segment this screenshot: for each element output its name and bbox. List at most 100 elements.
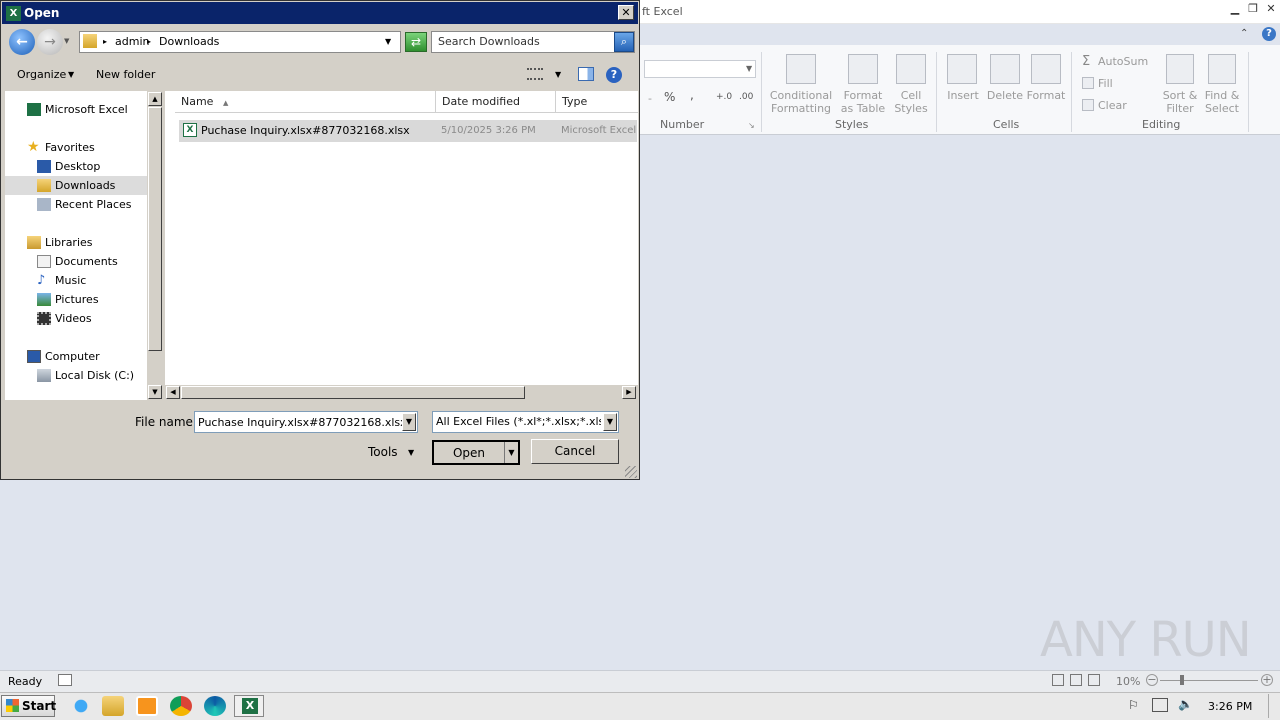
forward-arrow-icon[interactable]: →: [37, 29, 63, 55]
nav-item-computer[interactable]: Computer: [5, 347, 147, 366]
nav-item-label: Libraries: [45, 236, 93, 249]
decrease-decimal-icon[interactable]: .00: [739, 91, 753, 104]
volume-icon[interactable]: 🔈: [1178, 697, 1193, 711]
clear-button[interactable]: Clear: [1098, 99, 1127, 112]
nav-item-favorites[interactable]: ★ Favorites: [5, 138, 147, 157]
nav-item-recent-places[interactable]: Recent Places: [5, 195, 147, 214]
sort-filter-button[interactable]: Sort & Filter: [1160, 89, 1200, 115]
zoom-out-icon[interactable]: −: [1146, 674, 1158, 686]
number-format-box[interactable]: [644, 60, 756, 78]
scroll-thumb[interactable]: [148, 107, 162, 351]
view-options-icon[interactable]: [527, 68, 543, 80]
find-select-button[interactable]: Find & Select: [1200, 89, 1244, 115]
normal-view-icon[interactable]: [1052, 674, 1064, 686]
fill-button[interactable]: Fill: [1098, 77, 1113, 90]
column-header-date[interactable]: Date modified: [436, 91, 556, 113]
network-icon[interactable]: [1152, 698, 1168, 712]
excel-file-icon: X: [183, 123, 197, 137]
column-header-type[interactable]: Type: [556, 91, 638, 113]
breadcrumb-arrow-icon[interactable]: ▸: [103, 37, 107, 46]
cancel-button[interactable]: Cancel: [531, 439, 619, 464]
internet-explorer-icon[interactable]: [70, 696, 92, 716]
start-button[interactable]: Start: [1, 695, 56, 717]
hscroll-thumb[interactable]: [181, 386, 525, 399]
nav-item-label: Computer: [45, 350, 100, 363]
tools-button[interactable]: Tools: [368, 445, 398, 459]
scroll-right-icon[interactable]: ▶: [622, 386, 636, 399]
nav-item-desktop[interactable]: Desktop: [5, 157, 147, 176]
nav-item-label: Recent Places: [55, 198, 132, 211]
open-options-chevron-icon[interactable]: ▼: [504, 442, 518, 463]
scroll-left-icon[interactable]: ◀: [166, 386, 180, 399]
minimize-icon[interactable]: ▁: [1228, 3, 1242, 15]
excel-taskbar-button[interactable]: X: [234, 695, 264, 717]
media-player-icon[interactable]: [136, 696, 158, 716]
show-desktop-button[interactable]: [1268, 694, 1278, 718]
open-button[interactable]: Open ▼: [432, 440, 520, 465]
cell-styles-line2: Styles: [894, 102, 928, 115]
zoom-level[interactable]: 10%: [1116, 675, 1140, 688]
dialog-launcher-icon[interactable]: ↘: [748, 121, 755, 130]
help-icon[interactable]: ?: [1262, 27, 1276, 41]
flag-icon[interactable]: ⚐: [1128, 698, 1139, 712]
file-type-dropdown-icon[interactable]: ▼: [603, 413, 617, 431]
format-as-table-button[interactable]: Format as Table: [836, 89, 890, 115]
autosum-button[interactable]: AutoSum: [1098, 55, 1148, 68]
view-chevron-icon[interactable]: ▼: [555, 70, 561, 79]
address-dropdown-icon[interactable]: ▼: [385, 37, 391, 46]
restore-icon[interactable]: ❐: [1246, 3, 1260, 15]
nav-item-local-disk[interactable]: Local Disk (C:): [5, 366, 147, 385]
percent-button[interactable]: %: [664, 91, 675, 104]
organize-button[interactable]: Organize: [17, 68, 66, 81]
scroll-down-icon[interactable]: ▼: [148, 385, 162, 399]
nav-item-libraries[interactable]: Libraries: [5, 233, 147, 252]
breadcrumb-downloads[interactable]: Downloads: [159, 35, 219, 48]
file-explorer-icon[interactable]: [102, 696, 124, 716]
nav-item-pictures[interactable]: Pictures: [5, 290, 147, 309]
nav-item-videos[interactable]: Videos: [5, 309, 147, 328]
comma-button[interactable]: ,: [690, 89, 694, 102]
insert-button[interactable]: Insert: [946, 89, 980, 102]
macro-record-icon[interactable]: [58, 674, 72, 686]
help-icon[interactable]: ?: [606, 67, 622, 83]
breadcrumb-admin[interactable]: admin: [115, 35, 149, 48]
editing-group-label: Editing: [1142, 118, 1181, 131]
nav-item-label: Favorites: [45, 141, 95, 154]
organize-chevron-icon[interactable]: ▼: [68, 70, 74, 79]
file-name-dropdown-icon[interactable]: ▼: [402, 413, 416, 431]
page-layout-icon[interactable]: [1070, 674, 1082, 686]
nav-item-downloads[interactable]: Downloads: [5, 176, 147, 195]
nav-item-microsoft-excel[interactable]: Microsoft Excel: [5, 100, 147, 119]
page-break-icon[interactable]: [1088, 674, 1100, 686]
zoom-slider-thumb[interactable]: [1180, 675, 1184, 685]
clock[interactable]: 3:26 PM: [1208, 700, 1252, 713]
ribbon-collapse-icon[interactable]: ⌃: [1240, 28, 1248, 39]
back-arrow-icon[interactable]: ←: [9, 29, 35, 55]
search-icon[interactable]: ⌕: [614, 32, 634, 52]
styles-group-label: Styles: [835, 118, 869, 131]
cell-styles-button[interactable]: Cell Styles: [890, 89, 932, 115]
chevron-down-icon[interactable]: ▼: [746, 64, 752, 73]
zoom-in-icon[interactable]: +: [1261, 674, 1273, 686]
breadcrumb-arrow-icon[interactable]: ▸: [147, 37, 151, 46]
chrome-icon[interactable]: [170, 696, 192, 716]
resize-grip-icon[interactable]: [625, 466, 637, 478]
tools-chevron-icon[interactable]: ▼: [408, 448, 414, 457]
scroll-up-icon[interactable]: ▲: [148, 92, 162, 106]
refresh-icon[interactable]: ⇄: [405, 32, 427, 52]
conditional-formatting-button[interactable]: Conditional Formatting: [768, 89, 834, 115]
file-name-label: File name:: [135, 415, 197, 429]
preview-pane-icon[interactable]: [578, 67, 594, 81]
edge-icon[interactable]: [204, 696, 226, 716]
column-header-name[interactable]: Name ▲: [175, 91, 436, 113]
format-button[interactable]: Format: [1026, 89, 1066, 102]
increase-decimal-icon[interactable]: +.0: [716, 91, 732, 104]
close-icon[interactable]: ✕: [1264, 3, 1278, 15]
zoom-slider-track[interactable]: [1160, 680, 1258, 681]
nav-item-music[interactable]: ♪ Music: [5, 271, 147, 290]
recent-pages-chevron-icon[interactable]: ▼: [64, 37, 69, 45]
delete-button[interactable]: Delete: [986, 89, 1024, 102]
dialog-close-button[interactable]: ✕: [618, 5, 634, 20]
nav-item-documents[interactable]: Documents: [5, 252, 147, 271]
new-folder-button[interactable]: New folder: [96, 68, 155, 81]
